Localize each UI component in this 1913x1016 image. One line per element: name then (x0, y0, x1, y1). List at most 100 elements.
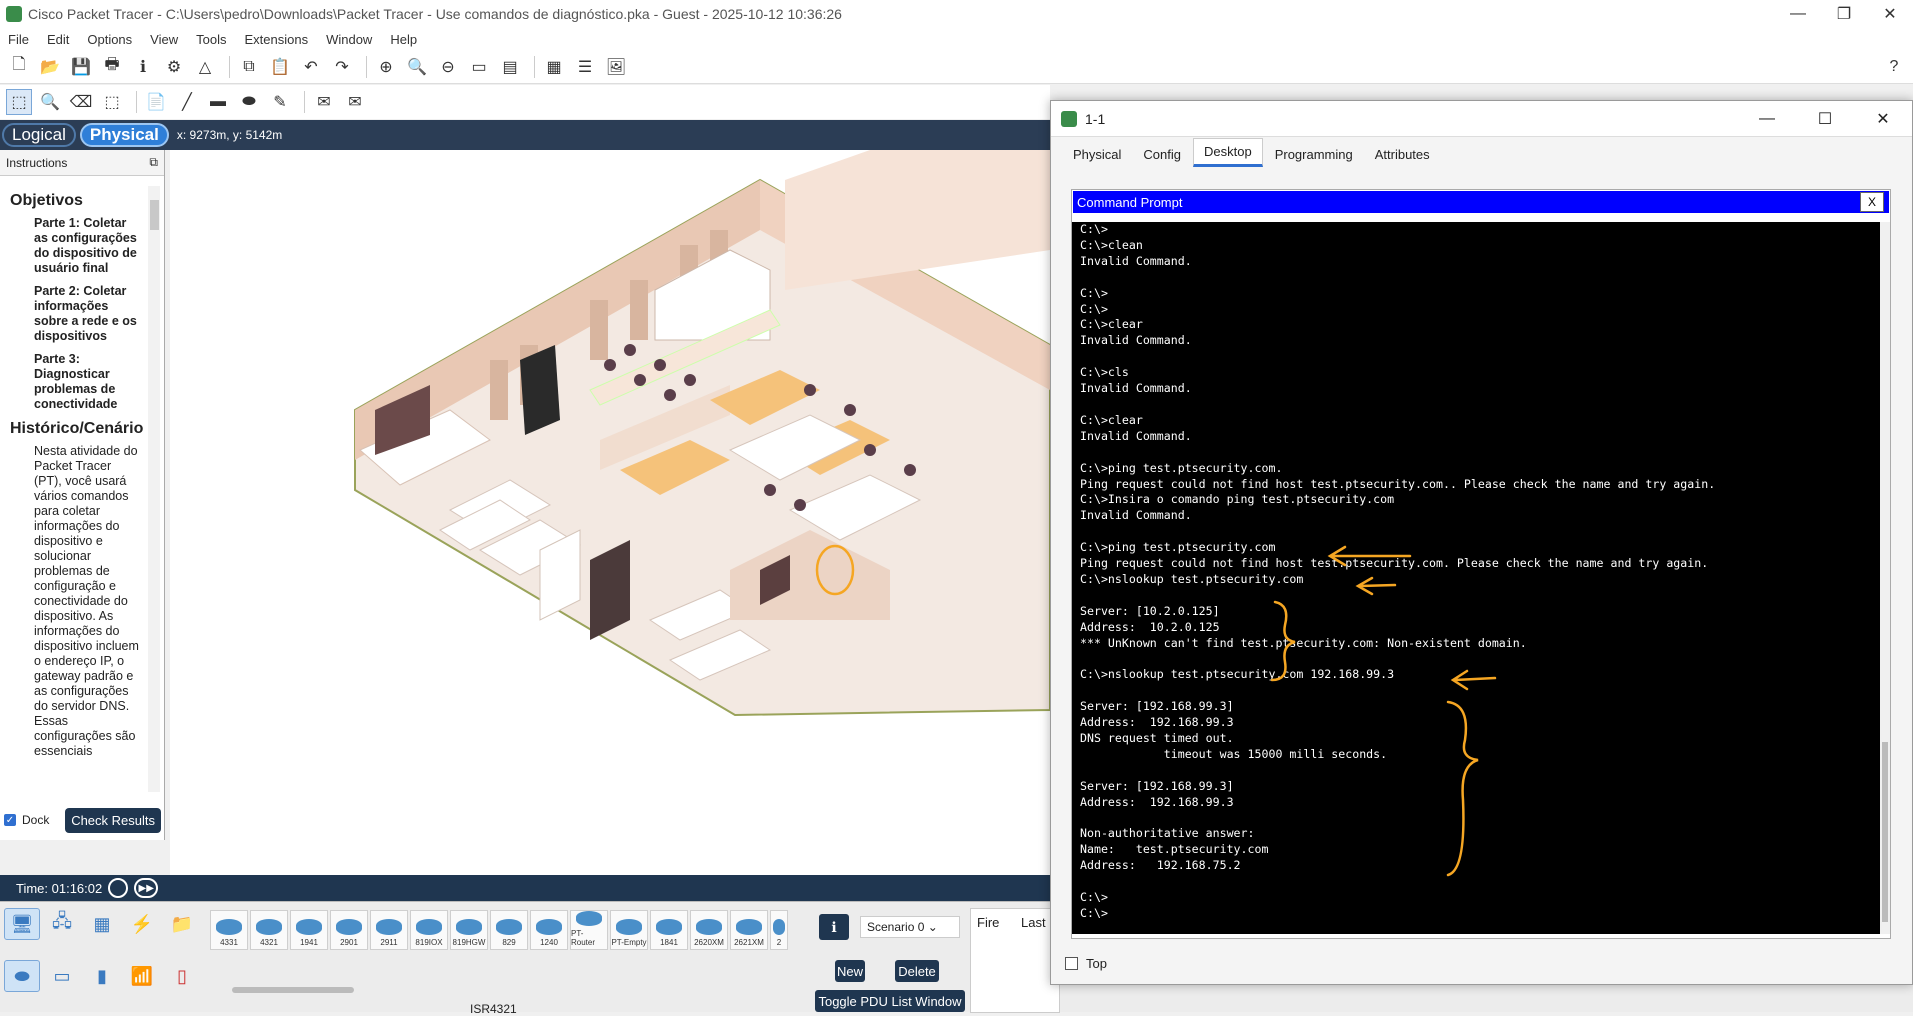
connections-icon[interactable]: ⚡ (124, 908, 160, 940)
scenario-select[interactable]: Scenario 0 ⌄ (860, 916, 960, 938)
new-file-icon[interactable]: 🗋 (6, 54, 32, 80)
rectangle-icon[interactable]: ▬ (205, 89, 231, 115)
terminal-scrollbar[interactable] (1880, 222, 1890, 934)
delete-icon[interactable]: ⌫ (68, 89, 94, 115)
model-1841[interactable]: 1841 (650, 910, 688, 950)
zoom-out-icon[interactable]: ⊖ (435, 54, 461, 80)
save-icon[interactable]: 💾 (68, 54, 94, 80)
print-icon[interactable]: 🖶 (99, 54, 125, 80)
zoom-in-icon[interactable]: ⊕ (373, 54, 399, 80)
command-prompt-close-button[interactable]: X (1860, 192, 1884, 212)
paste-icon[interactable]: 📋 (267, 54, 293, 80)
menu-file[interactable]: File (8, 32, 29, 47)
model-partial[interactable]: 2 (770, 910, 788, 950)
resize-icon[interactable]: ⬚ (99, 89, 125, 115)
ellipse-icon[interactable]: ⬬ (236, 89, 262, 115)
components-icon[interactable]: ▦ (84, 908, 120, 940)
undo-icon[interactable]: ↶ (298, 54, 324, 80)
info-icon[interactable]: ℹ (130, 54, 156, 80)
menu-view[interactable]: View (150, 32, 178, 47)
check-results-button[interactable]: Check Results (65, 807, 161, 833)
top-checkbox[interactable] (1065, 957, 1078, 970)
switches-icon[interactable]: ▭ (44, 960, 80, 992)
model-2620xm[interactable]: 2620XM (690, 910, 728, 950)
always-on-top-option[interactable]: Top (1065, 956, 1107, 971)
new-scenario-button[interactable]: New (835, 960, 865, 982)
fast-forward-icon[interactable]: ▶▶ (134, 878, 159, 898)
side-room (785, 150, 1050, 290)
model-819hgw[interactable]: 819HGW (450, 910, 488, 950)
menu-options[interactable]: Options (87, 32, 132, 47)
tab-physical[interactable]: Physical (1063, 142, 1131, 167)
dock-checkbox[interactable]: ✓ (4, 814, 16, 826)
wireless-icon[interactable]: 📶 (124, 960, 160, 992)
tab-programming[interactable]: Programming (1265, 142, 1363, 167)
tab-attributes[interactable]: Attributes (1365, 142, 1440, 167)
menu-edit[interactable]: Edit (47, 32, 69, 47)
models-scrollbar[interactable] (232, 987, 354, 993)
objectives-heading: Objetivos (10, 192, 83, 209)
delete-scenario-button[interactable]: Delete (895, 960, 939, 982)
hubs-icon[interactable]: ▮ (84, 960, 120, 992)
model-2901[interactable]: 2901 (330, 910, 368, 950)
device-maximize-button[interactable]: ☐ (1796, 101, 1854, 137)
activity-wizard-icon[interactable]: △ (192, 54, 218, 80)
freeform-icon[interactable]: ✎ (267, 89, 293, 115)
physical-workspace[interactable] (170, 150, 1050, 875)
physical-view-tab[interactable]: Physical (79, 123, 169, 147)
model-2911[interactable]: 2911 (370, 910, 408, 950)
device-minimize-button[interactable]: — (1738, 101, 1796, 137)
terminal-output[interactable]: C:\> C:\>clean Invalid Command. C:\> C:\> C:… (1072, 222, 1882, 934)
model-829[interactable]: 829 (490, 910, 528, 950)
notes-icon[interactable]: ▦ (541, 54, 567, 80)
maximize-button[interactable]: ❐ (1821, 0, 1867, 28)
misc-icon[interactable]: 📁 (164, 908, 200, 940)
device-list-icon[interactable]: ☰ (572, 54, 598, 80)
logical-view-tab[interactable]: Logical (2, 123, 76, 147)
help-icon[interactable]: ? (1881, 54, 1907, 80)
tab-desktop[interactable]: Desktop (1193, 138, 1263, 167)
power-cycle-icon[interactable] (108, 878, 129, 898)
image-icon[interactable]: 🖼 (603, 54, 629, 80)
model-4331[interactable]: 4331 (210, 910, 248, 950)
drawing-palette-icon[interactable]: ▭ (466, 54, 492, 80)
redo-icon[interactable]: ↷ (329, 54, 355, 80)
routers-icon[interactable]: ⬬ (4, 960, 40, 992)
end-devices-icon[interactable]: 🖧 (44, 908, 80, 940)
model-1941[interactable]: 1941 (290, 910, 328, 950)
copy-icon[interactable]: ⧉ (236, 54, 262, 80)
menu-tools[interactable]: Tools (196, 32, 226, 47)
minimize-button[interactable]: — (1775, 0, 1821, 28)
model-pt-empty[interactable]: PT-Empty (610, 910, 648, 950)
undock-icon[interactable]: ⧉ (149, 155, 158, 170)
device-close-button[interactable]: ✕ (1854, 101, 1912, 137)
security-icon[interactable]: ▯ (164, 960, 200, 992)
model-2621xm[interactable]: 2621XM (730, 910, 768, 950)
inspect-icon[interactable]: 🔍 (37, 89, 63, 115)
simple-pdu-icon[interactable]: ✉ (311, 89, 337, 115)
model-1240[interactable]: 1240 (530, 910, 568, 950)
custom-device-icon[interactable]: ▤ (497, 54, 523, 80)
tab-config[interactable]: Config (1133, 142, 1191, 167)
instructions-scrollbar[interactable] (148, 186, 160, 792)
terminal-line: Server: [10.2.0.125] (1080, 603, 1220, 618)
menu-window[interactable]: Window (326, 32, 372, 47)
open-folder-icon[interactable]: 📂 (37, 54, 63, 80)
close-button[interactable]: ✕ (1867, 0, 1913, 28)
toggle-pdu-list-button[interactable]: Toggle PDU List Window (815, 990, 965, 1012)
model-pt-router[interactable]: PT-Router (570, 910, 608, 950)
model-819iox[interactable]: 819IOX (410, 910, 448, 950)
line-icon[interactable]: ╱ (174, 89, 200, 115)
zoom-reset-icon[interactable]: 🔍 (404, 54, 430, 80)
instructions-header: Instructions ⧉ (0, 150, 164, 176)
network-devices-icon[interactable]: 🖥 (4, 908, 40, 940)
complex-pdu-icon[interactable]: ✉ (342, 89, 368, 115)
select-icon[interactable]: ⬚ (6, 89, 32, 115)
scenario-info-icon[interactable]: ℹ (819, 914, 849, 940)
note-icon[interactable]: 📄 (143, 89, 169, 115)
menu-extensions[interactable]: Extensions (244, 32, 308, 47)
model-4321[interactable]: 4321 (250, 910, 288, 950)
network-wizard-icon[interactable]: ⚙ (161, 54, 187, 80)
menu-help[interactable]: Help (390, 32, 417, 47)
